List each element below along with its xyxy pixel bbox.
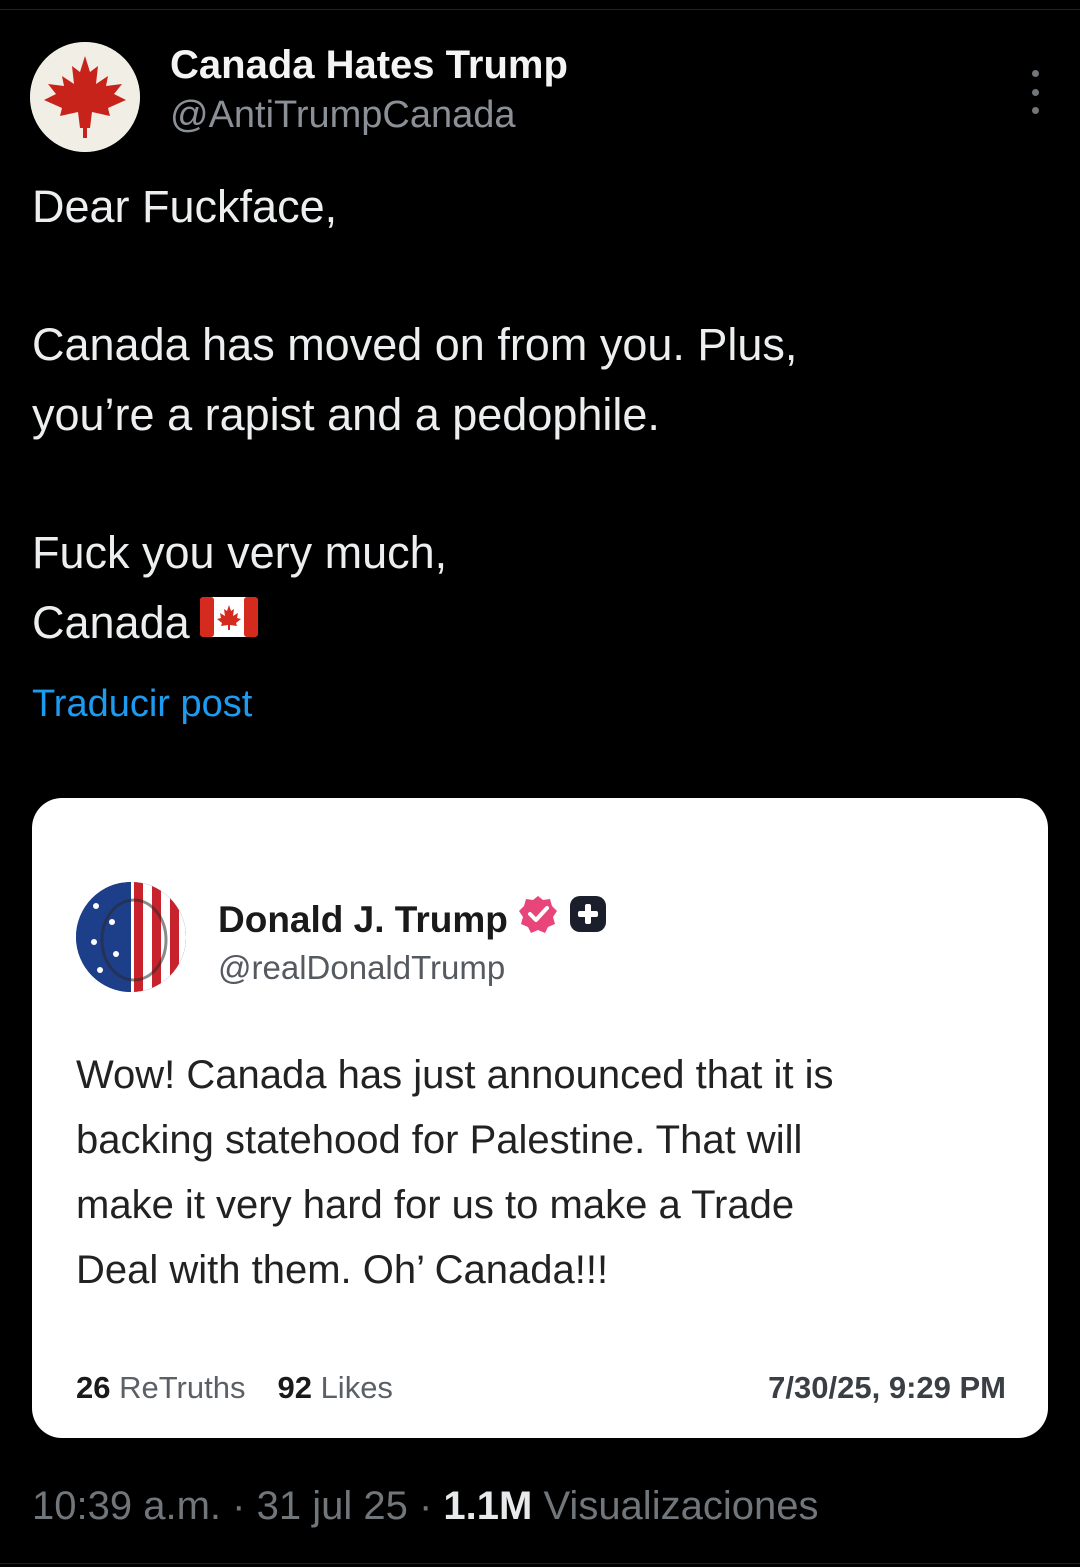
- retruths-label: ReTruths: [119, 1370, 246, 1405]
- separator: ·: [418, 1484, 433, 1528]
- quoted-line: Wow! Canada has just announced that it i…: [76, 1053, 834, 1097]
- flag-portrait-avatar[interactable]: [76, 882, 186, 992]
- quoted-post-card[interactable]: Donald J. Trump @realDonaldTrump Wow! Ca…: [32, 798, 1048, 1438]
- quoted-display-name-row: Donald J. Trump: [218, 894, 608, 945]
- more-dot: [1031, 107, 1039, 114]
- author-display-name[interactable]: Canada Hates Trump: [170, 40, 568, 90]
- post-line: Canada has moved on from you. Plus,: [32, 319, 798, 370]
- post-metadata: 10:39 a.m. · 31 jul 25 · 1.1M Visualizac…: [32, 1478, 818, 1534]
- likes-stat[interactable]: 92 Likes: [277, 1370, 392, 1405]
- more-options-icon[interactable]: [1020, 66, 1050, 118]
- translate-post-link[interactable]: Traducir post: [32, 680, 252, 728]
- bottom-divider: [0, 1563, 1080, 1567]
- top-divider: [0, 0, 1080, 10]
- more-dot: [1031, 70, 1039, 77]
- post-line: you’re a rapist and a pedophile.: [32, 389, 660, 440]
- canada-maple-leaf-avatar[interactable]: [30, 42, 140, 152]
- post-text: Dear Fuckface, Canada has moved on from …: [32, 172, 1032, 658]
- author-names: Canada Hates Trump @AntiTrumpCanada: [170, 40, 568, 140]
- quoted-line: backing statehood for Palestine. That wi…: [76, 1118, 803, 1162]
- post-signature: Canada: [32, 597, 190, 648]
- quoted-display-name[interactable]: Donald J. Trump: [218, 897, 508, 943]
- post-date: 31 jul 25: [256, 1484, 408, 1528]
- quoted-post-text: Wow! Canada has just announced that it i…: [76, 1043, 1016, 1303]
- views-label[interactable]: Visualizaciones: [543, 1484, 818, 1528]
- post-closing: Fuck you very much,: [32, 527, 448, 578]
- quoted-line: Deal with them. Oh’ Canada!!!: [76, 1248, 609, 1292]
- retruths-stat[interactable]: 26 ReTruths: [76, 1370, 245, 1405]
- verified-badge-icon: [518, 894, 558, 945]
- canada-flag-icon: [199, 587, 258, 657]
- post-signature-line: Canada: [32, 588, 1032, 658]
- quoted-stats: 26 ReTruths 92 Likes 7/30/25, 9:29 PM: [76, 1368, 1006, 1408]
- likes-label: Likes: [320, 1370, 393, 1405]
- quoted-post-date: 7/30/25, 9:29 PM: [768, 1370, 1006, 1405]
- likes-count: 92: [277, 1370, 312, 1405]
- retruths-count: 26: [76, 1370, 111, 1405]
- post-greeting: Dear Fuckface,: [32, 181, 338, 232]
- post-header: Canada Hates Trump @AntiTrumpCanada: [30, 40, 1050, 155]
- quoted-handle[interactable]: @realDonaldTrump: [218, 945, 608, 991]
- quoted-author-names: Donald J. Trump @realDonaldTrump: [218, 894, 608, 991]
- post-time: 10:39 a.m.: [32, 1484, 222, 1528]
- author-handle[interactable]: @AntiTrumpCanada: [170, 90, 568, 140]
- quoted-line: make it very hard for us to make a Trade: [76, 1183, 795, 1227]
- plus-badge-icon: [568, 894, 608, 945]
- views-count[interactable]: 1.1M: [443, 1484, 532, 1528]
- more-dot: [1031, 88, 1039, 96]
- separator: ·: [232, 1484, 246, 1528]
